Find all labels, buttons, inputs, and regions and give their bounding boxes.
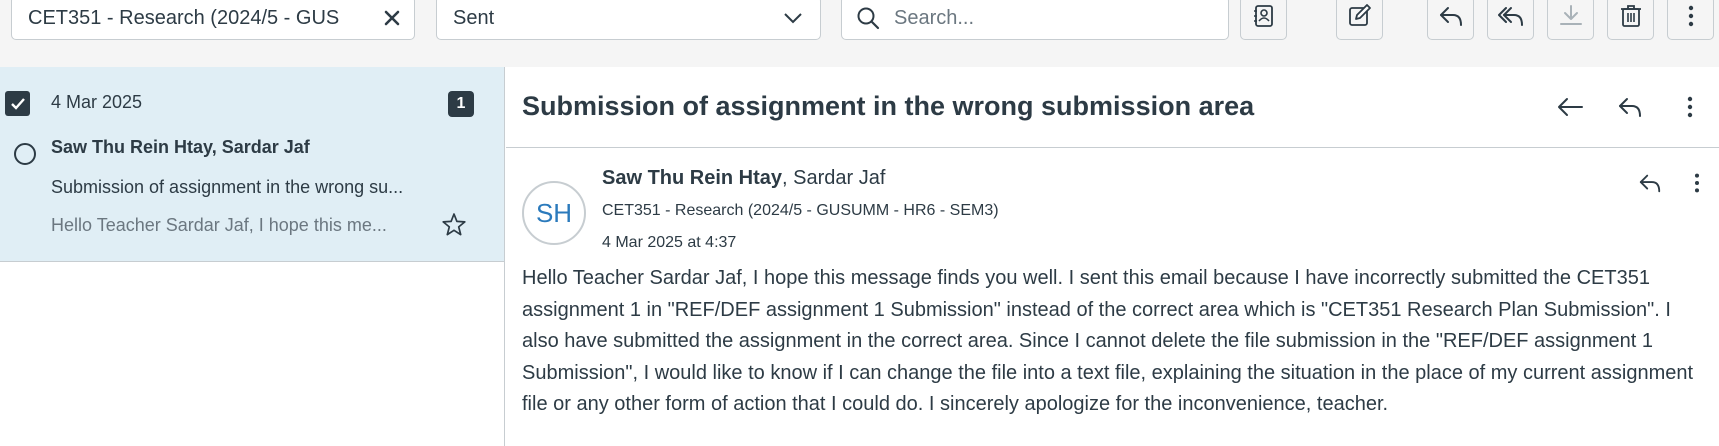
message-header: Submission of assignment in the wrong su… <box>506 67 1719 148</box>
address-book-icon <box>1251 3 1277 34</box>
inbox-toolbar: CET351 - Research (2024/5 - GUS Sent <box>0 0 1719 67</box>
arrow-left-icon[interactable] <box>1550 87 1590 127</box>
message-body: Hello Teacher Sardar Jaf, I hope this me… <box>522 267 1694 415</box>
read-status-toggle[interactable] <box>14 143 36 165</box>
conversation-title: Submission of assignment in the wrong su… <box>522 91 1255 121</box>
reply-button[interactable] <box>1427 0 1474 40</box>
recipient-names: , Sardar Jaf <box>782 167 886 189</box>
conversation-date: 4 Mar 2025 <box>51 92 143 112</box>
more-vertical-icon[interactable] <box>1677 163 1717 203</box>
more-vertical-icon <box>1678 3 1704 34</box>
mailbox-filter-value: Sent <box>453 6 495 29</box>
reply-all-icon <box>1497 3 1524 34</box>
message-participants: Saw Thu Rein Htay, Sardar Jaf <box>602 167 885 190</box>
course-filter-value: CET351 - Research (2024/5 - GUS <box>28 6 340 29</box>
conversation-subject: Submission of assignment in the wrong su… <box>51 177 404 197</box>
reply-icon <box>1438 3 1464 34</box>
star-icon[interactable] <box>440 211 468 239</box>
search-input[interactable] <box>894 6 1214 30</box>
conversation-item[interactable]: 4 Mar 2025 1 Saw Thu Rein Htay, Sardar J… <box>0 67 504 262</box>
course-filter-select[interactable]: CET351 - Research (2024/5 - GUS <box>11 0 415 40</box>
search-icon <box>856 6 884 30</box>
message-view: Submission of assignment in the wrong su… <box>506 67 1719 446</box>
message-timestamp: 4 Mar 2025 at 4:37 <box>602 234 737 251</box>
conversation-participants: Saw Thu Rein Htay, Sardar Jaf <box>51 137 310 157</box>
address-book-button[interactable] <box>1240 0 1287 40</box>
chevron-down-icon <box>766 12 820 24</box>
close-icon[interactable] <box>370 0 414 39</box>
delete-button[interactable] <box>1607 0 1654 40</box>
mailbox-filter-select[interactable]: Sent <box>436 0 821 40</box>
search-box <box>841 0 1229 40</box>
trash-icon <box>1618 3 1644 34</box>
more-options-button[interactable] <box>1667 0 1714 40</box>
compose-button[interactable] <box>1336 0 1383 40</box>
sender-name: Saw Thu Rein Htay <box>602 167 783 189</box>
conversation-list: 4 Mar 2025 1 Saw Thu Rein Htay, Sardar J… <box>0 67 505 446</box>
reply-all-button[interactable] <box>1487 0 1534 40</box>
course-context: CET351 - Research (2024/5 - GUSUMM - HR6… <box>602 202 999 219</box>
conversation-preview: Hello Teacher Sardar Jaf, I hope this me… <box>51 215 387 235</box>
compose-icon <box>1347 3 1373 34</box>
reply-icon[interactable] <box>1610 87 1650 127</box>
select-conversation-checkbox[interactable] <box>5 91 30 116</box>
message-count-badge: 1 <box>448 91 474 117</box>
download-icon <box>1558 3 1584 34</box>
avatar: SH <box>522 181 586 245</box>
archive-button[interactable] <box>1547 0 1594 40</box>
more-vertical-icon[interactable] <box>1670 87 1710 127</box>
reply-icon[interactable] <box>1630 163 1670 203</box>
